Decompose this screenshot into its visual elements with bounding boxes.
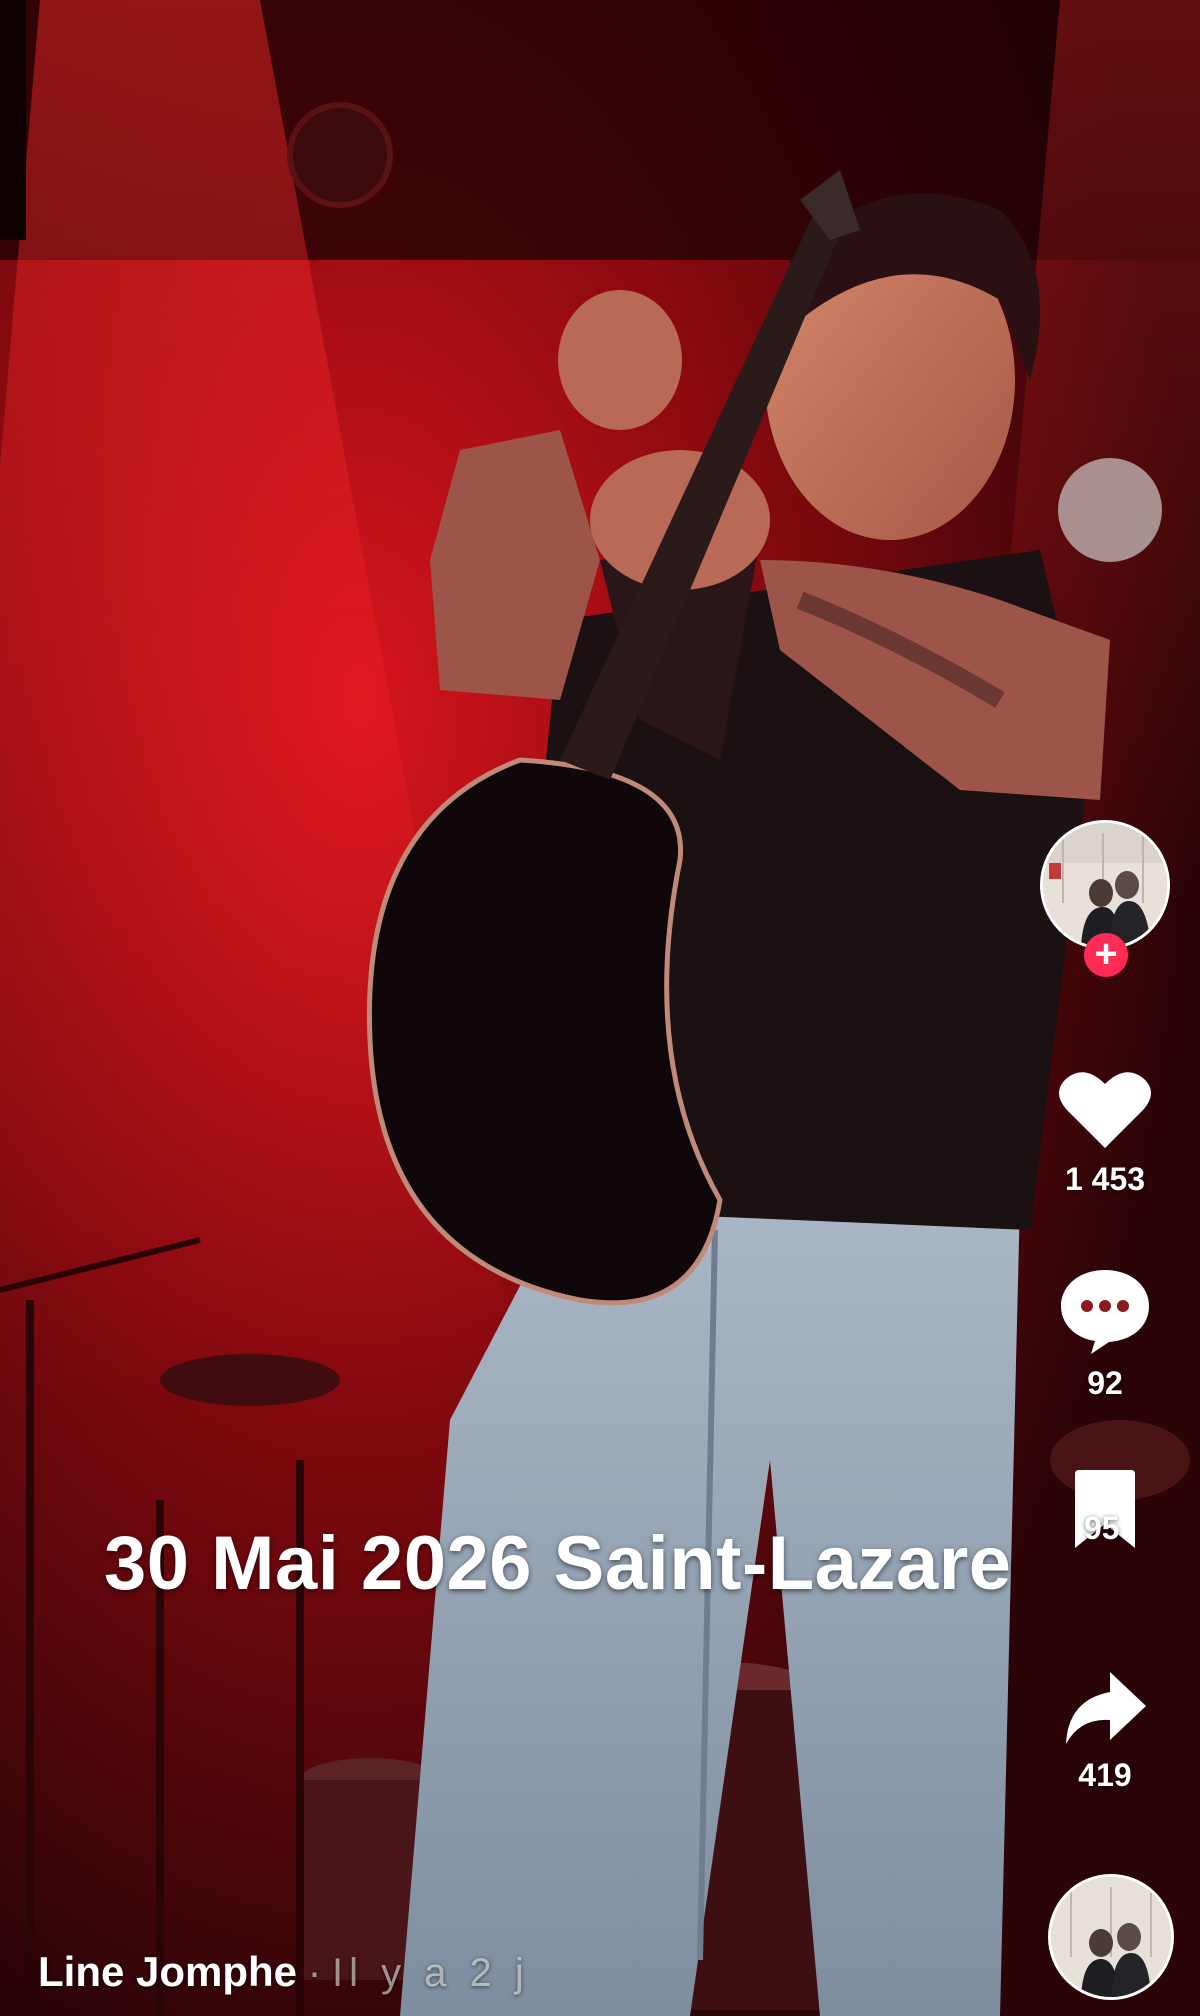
comment-icon [1061, 1270, 1149, 1354]
post-time: Il y a 2 j [331, 1951, 530, 1995]
comment-count: 92 [1087, 1365, 1123, 1401]
share-arrow-icon [1066, 1672, 1146, 1744]
sound-thumbnail-icon [1051, 1877, 1171, 1997]
share-button[interactable]: 419 [1030, 1668, 1180, 1794]
sound-disc[interactable] [1048, 1874, 1174, 2000]
follow-button[interactable]: + [1084, 933, 1128, 977]
author-name[interactable]: Line Jomphe [38, 1948, 297, 1995]
save-count: 95 [1084, 1510, 1120, 1546]
post-meta: Line Jomphe · Il y a 2 j [38, 1948, 530, 1996]
save-button[interactable]: 95 [1030, 1468, 1180, 1557]
heart-icon [1059, 1072, 1151, 1148]
comment-button[interactable]: 92 [1030, 1266, 1180, 1402]
like-button[interactable]: 1 453 [1030, 1068, 1180, 1198]
like-count: 1 453 [1064, 1161, 1146, 1197]
creator-avatar-group[interactable]: + [1040, 820, 1170, 990]
share-count: 419 [1078, 1757, 1132, 1793]
profile-photo-icon [1043, 823, 1167, 947]
creator-avatar[interactable] [1040, 820, 1170, 950]
video-caption: 30 Mai 2026 Saint-Lazare [104, 1521, 1012, 1606]
concert-video-frame [0, 0, 1200, 2016]
meta-separator: · [307, 1948, 322, 1995]
video-player[interactable] [0, 0, 1200, 2016]
